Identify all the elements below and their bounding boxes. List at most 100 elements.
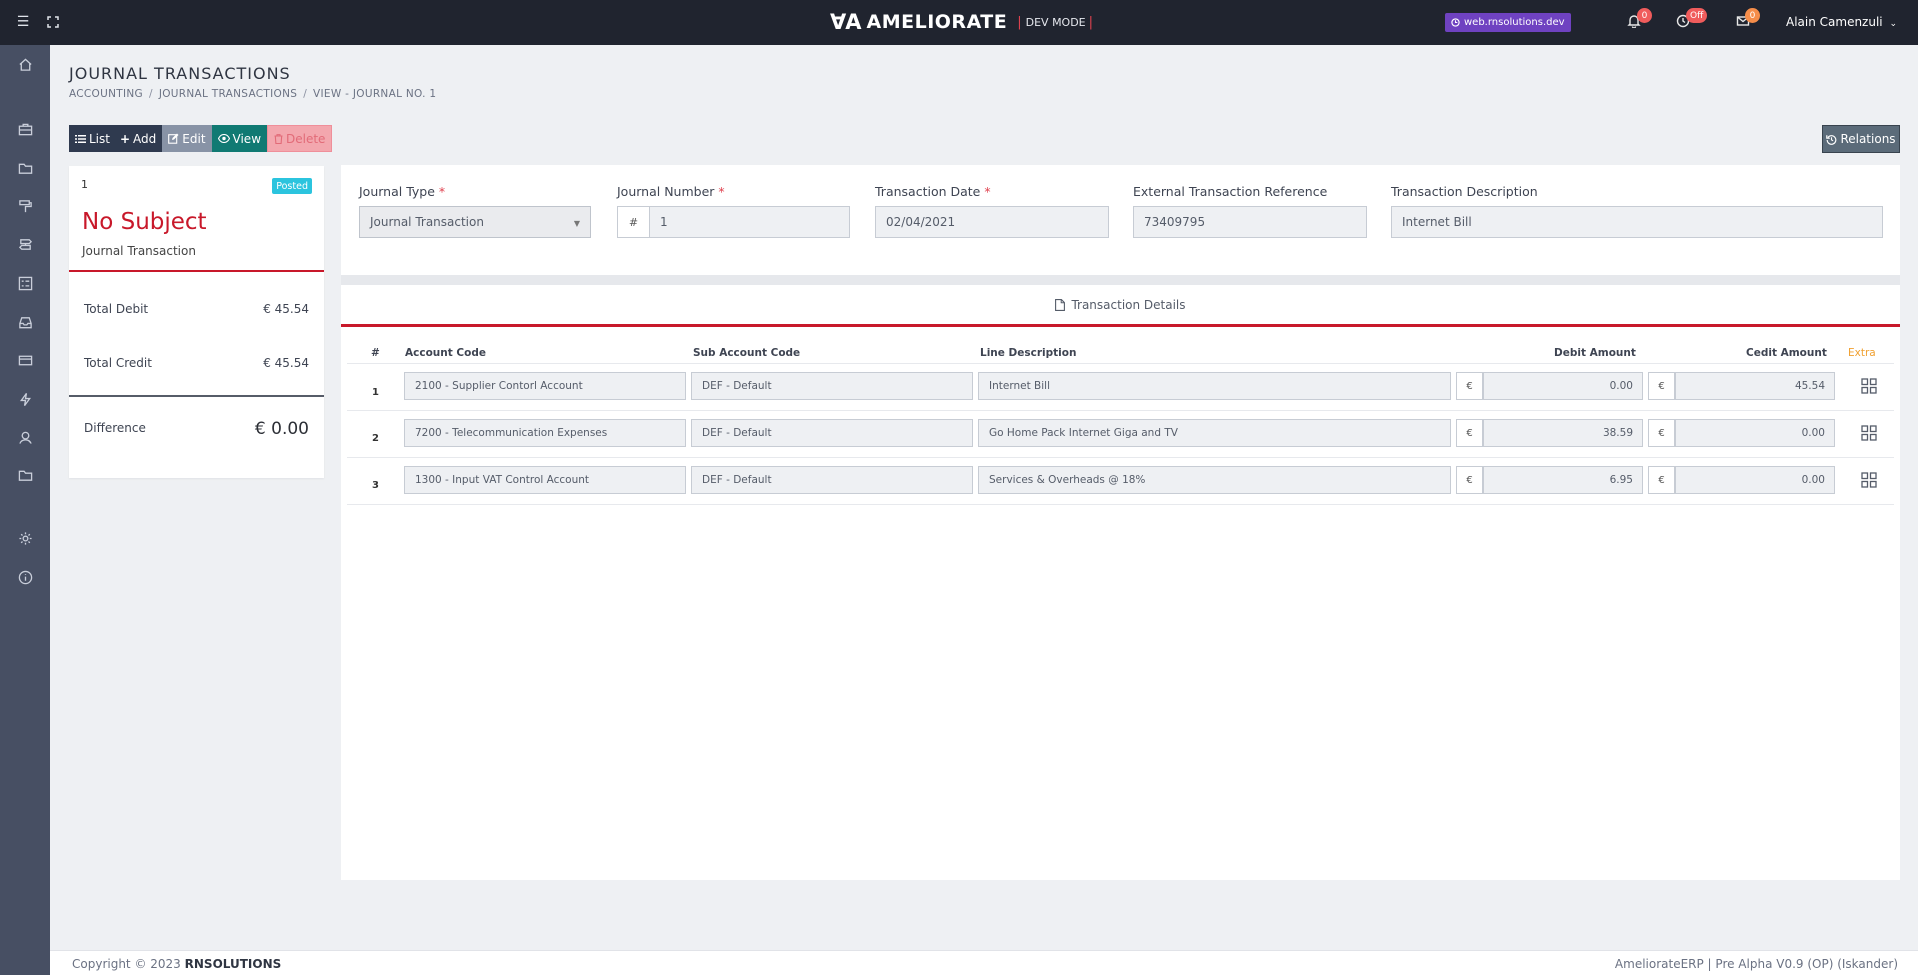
debit-amount-input[interactable]: 38.59: [1483, 419, 1643, 447]
breadcrumb-item[interactable]: ACCOUNTING: [69, 88, 143, 100]
account-code-input[interactable]: 2100 - Supplier Contorl Account: [404, 372, 686, 400]
gear-icon[interactable]: [14, 527, 36, 549]
column-header-debit-amount: Debit Amount: [1554, 347, 1636, 359]
breadcrumb-separator: /: [148, 88, 153, 100]
dev-mode-label: DEV MODE: [1025, 15, 1086, 29]
list-check-icon[interactable]: [14, 272, 36, 294]
debit-amount-input[interactable]: 6.95: [1483, 466, 1643, 494]
grid-icon[interactable]: [1860, 424, 1878, 442]
total-debit-label: Total Debit: [84, 302, 149, 316]
brand-mark: ꓯA: [830, 10, 862, 34]
folder-icon[interactable]: [14, 157, 36, 179]
column-header-num: #: [371, 347, 380, 359]
row-divider: [347, 363, 1894, 364]
users-icon[interactable]: [14, 426, 36, 448]
company-name: RNSOLUTIONS: [184, 957, 282, 971]
required-marker: *: [438, 184, 446, 199]
debit-amount-input[interactable]: 0.00: [1483, 372, 1643, 400]
sub-account-code-input[interactable]: DEF - Default: [691, 372, 973, 400]
currency-addon: €: [1456, 419, 1483, 447]
edit-button[interactable]: Edit: [162, 125, 212, 152]
column-header-account-code: Account Code: [405, 347, 486, 359]
row-divider: [347, 457, 1894, 458]
currency-addon: €: [1648, 419, 1675, 447]
tab-transaction-details[interactable]: Transaction Details: [341, 285, 1900, 325]
add-button[interactable]: + Add: [115, 125, 163, 152]
home-icon[interactable]: [14, 53, 36, 75]
difference-label: Difference: [84, 421, 146, 435]
required-marker: *: [718, 184, 725, 199]
transaction-date-input[interactable]: 02/04/2021: [875, 206, 1109, 238]
column-header-line-description: Line Description: [980, 347, 1077, 359]
clock-status-badge: Off: [1686, 8, 1708, 23]
journal-type-select[interactable]: Journal Transaction ▼: [359, 206, 591, 238]
section-spacer: [341, 275, 1900, 285]
difference-row: Difference € 0.00: [84, 419, 309, 439]
list-button[interactable]: List: [69, 125, 116, 152]
credit-amount-input[interactable]: 0.00: [1675, 419, 1835, 447]
grid-icon[interactable]: [1860, 377, 1878, 395]
brand-separator: |: [1017, 14, 1022, 30]
notifications-badge: 0: [1637, 8, 1652, 23]
journal-number-value: 1: [660, 215, 668, 229]
total-debit-row: Total Debit € 45.54: [84, 302, 309, 316]
signpost-icon[interactable]: [14, 233, 36, 255]
bolt-icon[interactable]: [14, 388, 36, 410]
brand-logo[interactable]: ꓯA AMELIORATE | DEV MODE |: [830, 8, 1093, 36]
external-reference-field-label: External Transaction Reference: [1133, 184, 1328, 199]
grid-icon[interactable]: [1860, 471, 1878, 489]
divider: [69, 270, 324, 272]
relations-button[interactable]: Relations: [1822, 125, 1900, 153]
clock-icon: [1451, 18, 1460, 27]
breadcrumb-item-current: VIEW - JOURNAL NO. 1: [313, 88, 437, 100]
trash-icon: [274, 133, 283, 144]
breadcrumb-item[interactable]: JOURNAL TRANSACTIONS: [159, 88, 297, 100]
inbox-icon[interactable]: [14, 311, 36, 333]
account-code-input[interactable]: 1300 - Input VAT Control Account: [404, 466, 686, 494]
currency-addon: €: [1648, 466, 1675, 494]
page-title: JOURNAL TRANSACTIONS: [69, 64, 291, 83]
fullscreen-icon[interactable]: [42, 11, 64, 33]
credit-amount-input[interactable]: 45.54: [1675, 372, 1835, 400]
row-number: 1: [372, 387, 379, 398]
journal-number-input[interactable]: 1: [649, 206, 850, 238]
currency-addon: €: [1456, 372, 1483, 400]
info-icon[interactable]: [14, 566, 36, 588]
account-code-input[interactable]: 7200 - Telecommunication Expenses: [404, 419, 686, 447]
line-description-input[interactable]: Internet Bill: [978, 372, 1451, 400]
delete-button[interactable]: Delete: [267, 125, 333, 152]
site-badge[interactable]: web.rnsolutions.dev: [1445, 13, 1571, 32]
file-icon: [1055, 299, 1066, 311]
user-name: Alain Camenzuli: [1786, 15, 1883, 29]
breadcrumb-separator: /: [303, 88, 308, 100]
sub-account-code-input[interactable]: DEF - Default: [691, 419, 973, 447]
edit-button-label: Edit: [182, 131, 206, 146]
breadcrumb: ACCOUNTING / JOURNAL TRANSACTIONS / VIEW…: [69, 88, 436, 100]
status-badge: Posted: [272, 178, 312, 194]
transaction-description-input[interactable]: Internet Bill: [1391, 206, 1883, 238]
chevron-down-icon: ⌄: [1889, 19, 1898, 29]
briefcase-icon[interactable]: [14, 118, 36, 140]
sub-account-code-input[interactable]: DEF - Default: [691, 466, 973, 494]
total-credit-value: € 45.54: [263, 356, 309, 370]
view-button[interactable]: View: [211, 125, 268, 152]
add-button-label: Add: [133, 131, 157, 146]
label-text: Journal Number: [617, 184, 715, 199]
row-divider: [347, 504, 1894, 505]
menu-icon[interactable]: ☰: [12, 11, 34, 33]
external-reference-input[interactable]: 73409795: [1133, 206, 1367, 238]
user-menu[interactable]: Alain Camenzuli ⌄: [1786, 15, 1897, 29]
messages-badge: 0: [1745, 8, 1760, 23]
credit-card-icon[interactable]: [14, 349, 36, 371]
folder-open-icon[interactable]: [14, 464, 36, 486]
paint-roller-icon[interactable]: [14, 195, 36, 217]
view-button-label: View: [232, 131, 262, 146]
column-header-extra: Extra: [1848, 347, 1876, 359]
column-header-credit-amount: Cedit Amount: [1746, 347, 1827, 359]
line-description-input[interactable]: Go Home Pack Internet Giga and TV: [978, 419, 1451, 447]
line-description-input[interactable]: Services & Overheads @ 18%: [978, 466, 1451, 494]
history-icon: [1826, 134, 1837, 145]
plus-icon: +: [119, 131, 131, 146]
credit-amount-input[interactable]: 0.00: [1675, 466, 1835, 494]
total-credit-row: Total Credit € 45.54: [84, 356, 309, 370]
